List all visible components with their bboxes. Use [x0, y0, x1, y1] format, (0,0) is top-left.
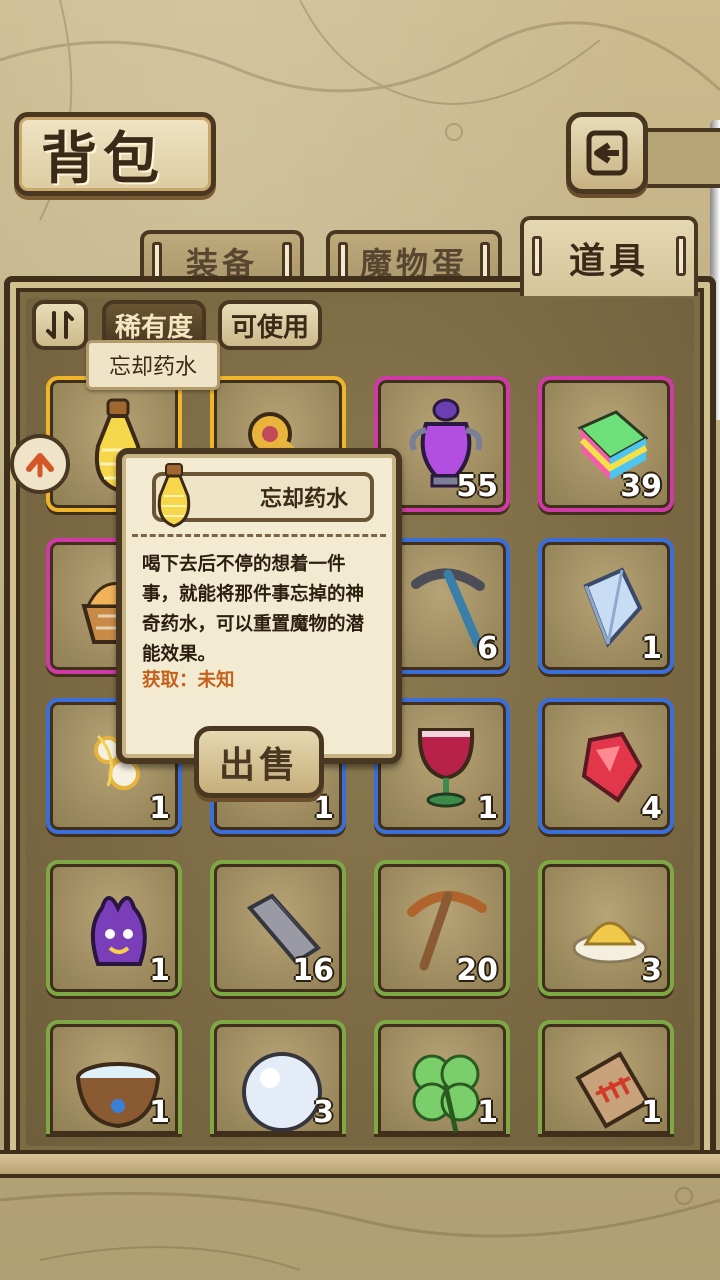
filter-usable-button[interactable]: 可使用 — [218, 300, 322, 350]
tooltip-item-name: 忘却药水 — [259, 487, 348, 512]
scroll-up-button[interactable] — [10, 434, 70, 494]
filter-rarity-label: 稀有度 — [114, 312, 193, 343]
item-count: 1 — [149, 791, 170, 826]
page-title: 背包 — [41, 125, 165, 192]
item-slot[interactable]: 16 — [210, 860, 346, 996]
back-button[interactable] — [566, 112, 648, 194]
tab-items[interactable]: 道具 — [520, 216, 698, 296]
item-count: 1 — [641, 1095, 662, 1130]
item-count: 1 — [477, 1095, 498, 1130]
sell-button-label: 出售 — [218, 744, 299, 786]
item-tooltip: 忘却药水 喝下去后不停的想着一件事，就能将那件事忘掉的神奇药水，可以重置魔物的潜… — [116, 448, 402, 764]
item-slot[interactable]: 3 — [210, 1020, 346, 1134]
item-count: 1 — [313, 791, 334, 826]
sort-toggle-icon — [46, 311, 74, 339]
panel-bottom-rail — [0, 1150, 720, 1178]
tooltip-divider — [132, 534, 386, 537]
tooltip-source: 获取：未知 — [142, 670, 235, 691]
item-count: 3 — [641, 953, 662, 988]
item-count: 39 — [620, 469, 662, 504]
item-count: 1 — [477, 791, 498, 826]
forget-potion-icon — [157, 463, 191, 528]
item-count: 20 — [456, 953, 498, 988]
tab-peg — [676, 236, 686, 276]
item-slot[interactable]: 39 — [538, 376, 674, 512]
back-button-strip — [640, 128, 720, 188]
item-slot[interactable]: 3 — [538, 860, 674, 996]
item-slot[interactable]: 1 — [374, 1020, 510, 1134]
tooltip-description: 喝下去后不停的想着一件事，就能将那件事忘掉的神奇药水，可以重置魔物的潜能效果。 — [142, 554, 365, 665]
item-count: 55 — [456, 469, 498, 504]
item-slot[interactable]: 1 — [538, 1020, 674, 1134]
item-count: 16 — [292, 953, 334, 988]
item-slot[interactable]: 20 — [374, 860, 510, 996]
hover-item-label: 忘却药水 — [86, 340, 220, 390]
tab-peg — [532, 236, 542, 276]
item-count: 1 — [641, 631, 662, 666]
back-arrow-icon — [586, 130, 628, 176]
tab-items-label: 道具 — [568, 240, 649, 282]
item-count: 3 — [313, 1095, 334, 1130]
item-count: 1 — [149, 1095, 170, 1130]
item-slot[interactable]: 1 — [46, 1020, 182, 1134]
item-count: 6 — [477, 631, 498, 666]
item-slot[interactable]: 1 — [46, 860, 182, 996]
hover-item-name: 忘却药水 — [108, 355, 197, 380]
filter-usable-label: 可使用 — [230, 312, 309, 343]
sort-order-button[interactable] — [32, 300, 88, 350]
page-title-plate: 背包 — [14, 112, 216, 196]
sell-button[interactable]: 出售 — [194, 726, 324, 798]
item-slot[interactable]: 1 — [538, 538, 674, 674]
arrow-up-icon — [26, 453, 54, 478]
item-count: 4 — [641, 791, 662, 826]
item-slot[interactable]: 4 — [538, 698, 674, 834]
item-count: 1 — [149, 953, 170, 988]
